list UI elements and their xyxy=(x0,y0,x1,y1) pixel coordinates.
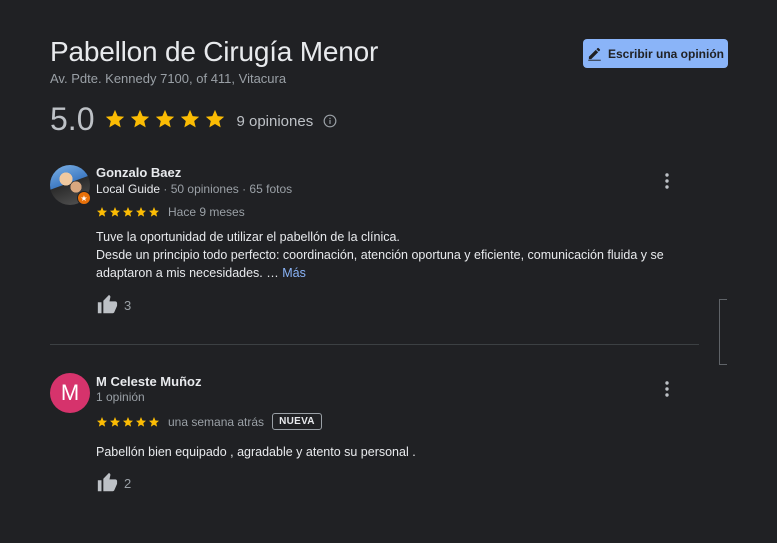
thumbs-up-icon xyxy=(97,472,118,492)
rating-value: 5.0 xyxy=(50,100,95,137)
rating-summary: 5.0 9 opiniones xyxy=(50,101,337,137)
more-link[interactable]: Más xyxy=(282,266,306,280)
avatar[interactable]: M xyxy=(50,373,90,413)
info-icon[interactable] xyxy=(323,114,337,128)
review-author[interactable]: M Celeste Muñoz xyxy=(96,374,201,389)
star-icon xyxy=(136,416,146,427)
scrollbar[interactable] xyxy=(719,299,727,365)
place-title: Pabellon de Cirugía Menor xyxy=(50,36,379,67)
more-options-icon[interactable] xyxy=(660,172,674,190)
review-rating-row: una semana atrás NUEVA xyxy=(96,413,322,430)
star-icon xyxy=(110,416,120,427)
place-address: Av. Pdte. Kennedy 7100, of 411, Vitacura xyxy=(50,71,287,86)
edit-pencil-icon xyxy=(588,47,601,61)
review-item: M M Celeste Muñoz 1 opinión una semana a… xyxy=(50,373,700,503)
review-text-line: Desde un principio todo perfecto: coordi… xyxy=(96,246,696,282)
reviews-panel: Pabellon de Cirugía Menor Av. Pdte. Kenn… xyxy=(0,0,777,543)
author-stats: · 50 opiniones · 65 fotos xyxy=(160,182,293,196)
write-review-button[interactable]: Escribir una opinión xyxy=(583,39,728,68)
local-guide-label: Local Guide xyxy=(96,182,161,196)
review-text-continued: Desde un principio todo perfecto: coordi… xyxy=(96,248,664,280)
review-text-line: Tuve la oportunidad de utilizar el pabel… xyxy=(96,230,400,244)
star-icon xyxy=(97,416,107,427)
review-text: Tuve la oportunidad de utilizar el pabel… xyxy=(96,228,696,282)
star-icon xyxy=(123,416,133,427)
review-author[interactable]: Gonzalo Baez xyxy=(96,165,181,180)
rating-stars xyxy=(104,108,226,130)
review-text: Pabellón bien equipado , agradable y ate… xyxy=(96,445,416,459)
star-icon xyxy=(136,207,146,217)
star-icon xyxy=(131,109,150,128)
star-icon xyxy=(123,207,133,217)
star-icon xyxy=(156,109,175,128)
review-divider xyxy=(50,344,699,345)
review-stars xyxy=(96,206,160,218)
like-button[interactable]: 2 xyxy=(96,472,131,494)
star-icon xyxy=(97,207,107,217)
star-icon xyxy=(206,109,225,128)
new-badge: NUEVA xyxy=(272,413,322,430)
review-stars xyxy=(96,416,160,428)
more-options-icon[interactable] xyxy=(660,380,674,398)
star-icon xyxy=(181,109,200,128)
star-icon xyxy=(110,207,120,217)
review-rating-row: Hace 9 meses xyxy=(96,205,245,219)
review-item: ★ Gonzalo Baez Local Guide · 50 opinione… xyxy=(50,165,700,325)
review-author-meta: Local Guide · 50 opiniones · 65 fotos xyxy=(96,182,292,196)
like-count: 2 xyxy=(124,475,132,491)
review-count: 9 opiniones xyxy=(236,112,314,130)
author-stats: 1 opinión xyxy=(96,390,145,404)
star-icon xyxy=(106,109,125,128)
write-review-label: Escribir una opinión xyxy=(607,46,724,61)
thumbs-up-icon xyxy=(97,294,118,314)
review-date: una semana atrás xyxy=(168,414,265,429)
like-count: 3 xyxy=(124,297,132,313)
star-icon xyxy=(149,416,159,427)
review-date: Hace 9 meses xyxy=(168,205,245,219)
local-guide-badge-icon: ★ xyxy=(77,191,91,205)
like-button[interactable]: 3 xyxy=(96,294,131,316)
star-icon xyxy=(149,207,159,217)
